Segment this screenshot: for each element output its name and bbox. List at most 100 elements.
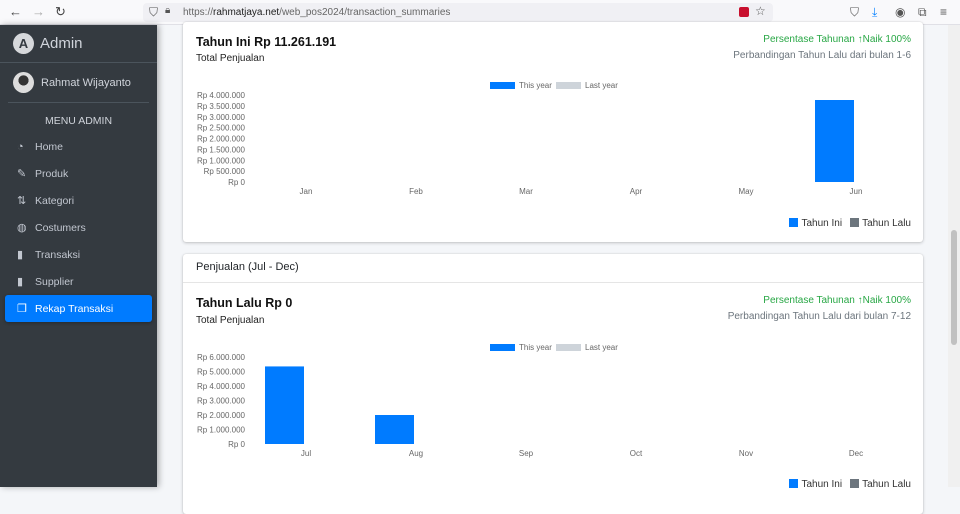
shield-icon: ⛉ [149,5,159,19]
url-domain: rahmatjaya.net [213,7,280,18]
sidebar-item-supplier[interactable]: ▮ Supplier [5,268,152,295]
sidebar-item-rekap-transaksi[interactable]: ❐ Rekap Transaksi [5,295,152,322]
brand-logo-icon: A [13,33,34,54]
bottom-legend: Tahun Ini Tahun Lalu [789,479,911,490]
sales-card-jul-dec: Penjualan (Jul - Dec) Tahun Lalu Rp 0 To… [183,254,923,514]
legend-this-year-swatch [490,344,515,351]
bottom-legend: Tahun Ini Tahun Lalu [789,218,911,229]
scrollbar-thumb[interactable] [951,230,957,345]
brand-link[interactable]: A Admin [0,25,157,63]
download-icon[interactable]: ⤓ [872,5,877,20]
y-tick-label: Rp 500.000 [204,167,246,176]
x-tick-label: Dec [849,449,863,458]
menu-icon[interactable]: ≡ [940,5,947,19]
comparison-text: Perbandingan Tahun Lalu dari bulan 1-6 [733,50,911,61]
tachometer-icon: ◔ [17,140,24,153]
card-header: Penjualan (Jul - Dec) [183,254,923,283]
y-tick-label: Rp 4.000.000 [197,91,246,100]
lock-icon: 🔒︎ [165,5,171,16]
x-tick-label: Oct [630,449,643,458]
sidebar-item-label: Supplier [35,275,74,288]
user-name: Rahmat Wijayanto [41,76,131,89]
legend-last-year-swatch [556,344,581,351]
url-path: /web_pos2024/transaction_summaries [279,7,451,18]
bar-chart-jul-dec: This year Last year Rp 0 Rp 1.000.000 Rp 2.0… [197,343,863,458]
y-tick-label: Rp 3.000.000 [197,397,246,406]
sidebar-item-kategori[interactable]: ⇅ Kategori [5,187,152,214]
url-prefix: https:// [183,7,214,18]
back-icon[interactable]: ← [9,4,22,19]
y-tick-label: Rp 2.000.000 [197,411,246,420]
y-tick-label: Rp 0 [228,178,245,187]
x-tick-label: Jul [301,449,311,458]
y-tick-label: Rp 1.500.000 [197,145,246,154]
y-tick-label: Rp 4.000.000 [197,382,246,391]
sidebar: A Admin Rahmat Wijayanto MENU ADMIN ◔ Home… [0,25,157,487]
y-tick-label: Rp 2.500.000 [197,124,246,133]
pct-value: Naik 100% [862,295,911,306]
exchange-icon: ⇅ [17,195,27,207]
scrollbar[interactable] [948,25,960,487]
card-subtitle: Total Penjualan [196,53,265,64]
comparison-text: Perbandingan Tahun Lalu dari bulan 7-12 [727,311,911,322]
x-tick-label: May [738,187,753,196]
sidebar-item-label: Kategori [35,194,75,207]
fingerprint-icon: ◍ [17,222,27,234]
x-tick-label: Sep [519,449,534,458]
pct-value: Naik 100% [862,34,911,45]
x-tick-label: Nov [739,449,753,458]
clipboard-icon: ▮ [17,276,24,288]
sidebar-item-produk[interactable]: ✎ Produk [5,160,152,187]
yearly-percentage: Persentase Tahunan ↑Naik 100% [763,295,911,306]
bar-this-year-jul [265,366,304,444]
bookmark-star-icon[interactable]: ☆ [755,4,766,18]
x-tick-label: Apr [630,187,643,196]
card-title: Tahun Lalu Rp 0 [196,296,293,310]
x-tick-label: Feb [409,187,423,196]
legend-this-year-label: This year [519,343,552,352]
legend-this-year-label: This year [519,81,552,90]
y-tick-label: Rp 1.000.000 [197,156,246,165]
user-panel[interactable]: Rahmat Wijayanto [8,63,149,103]
sidebar-item-label: Produk [35,167,69,180]
legend-this-year: Tahun Ini [789,479,842,490]
menu-header: MENU ADMIN [44,115,113,127]
extension-icon[interactable] [739,7,749,17]
legend-this-year-swatch [490,82,515,89]
y-tick-label: Rp 2.000.000 [197,135,246,144]
x-tick-label: Jun [850,187,863,196]
pct-label: Persentase Tahunan [763,295,855,306]
legend-this-year: Tahun Ini [789,218,842,229]
y-tick-label: Rp 1.000.000 [197,426,246,435]
legend-last-year-swatch [556,82,581,89]
x-tick-label: Mar [519,187,533,196]
address-bar[interactable]: ⛉ 🔒︎ https://rahmatjaya.net/web_pos2024/… [143,3,773,22]
bar-chart-jan-jun: This year Last year Rp 0 Rp 500.000 Rp 1.000… [197,81,863,196]
brand-text: Admin [40,35,83,52]
sidebar-item-label: Home [35,140,64,153]
legend-last-year: Tahun Lalu [850,218,911,229]
reload-icon[interactable]: ↻ [55,4,66,20]
bar-this-year-aug [375,415,414,444]
y-tick-label: Rp 3.500.000 [197,102,246,111]
bar-this-year-jun [815,100,854,182]
sales-card-jan-jun: Tahun Ini Rp 11.261.191 Total Penjualan … [183,22,923,242]
legend-last-year: Tahun Lalu [850,479,911,490]
sidebar-item-label: Rekap Transaksi [35,302,114,315]
sidebar-item-label: Transaksi [35,248,81,261]
sidebar-item-costumers[interactable]: ◍ Costumers [5,214,152,241]
sidebar-item-transaksi[interactable]: ▮ Transaksi [5,241,152,268]
x-tick-label: Aug [409,449,423,458]
card-subtitle: Total Penjualan [196,315,265,326]
x-tick-label: Jan [300,187,313,196]
avatar [13,72,34,93]
yearly-percentage: Persentase Tahunan ↑Naik 100% [763,34,911,45]
forward-icon[interactable]: → [32,4,45,19]
pocket-icon[interactable]: ⛉ [850,5,859,20]
clipboard-icon: ▮ [17,249,24,261]
account-icon[interactable]: ◉ [895,5,905,19]
extensions-icon[interactable]: ⧉ [918,5,927,20]
sidebar-item-home[interactable]: ◔ Home [5,133,152,160]
pct-label: Persentase Tahunan [763,34,855,45]
y-tick-label: Rp 3.000.000 [197,113,246,122]
